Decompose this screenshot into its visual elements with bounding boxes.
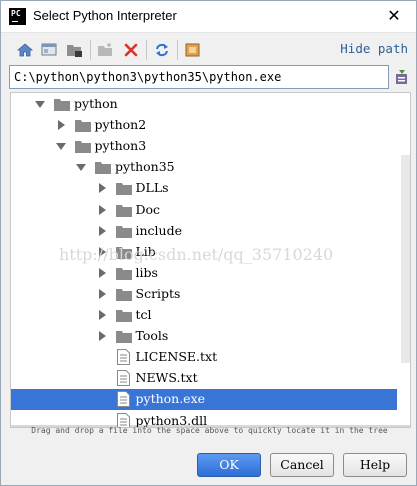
show-hidden-icon[interactable] [184,41,202,59]
cancel-button[interactable]: Cancel [270,453,334,477]
drag-drop-hint: Drag and drop a file into the space abov… [31,426,388,435]
tree-item[interactable]: NEWS.txt [11,368,397,389]
tree-item-label: libs [135,264,158,280]
tree-item[interactable]: python.exe [11,389,397,411]
file-tree[interactable]: python python2 python3 python35 DLLs Doc inclu… [10,92,411,428]
collapse-arrow-icon[interactable] [35,101,45,108]
collapse-arrow-icon[interactable] [76,164,86,172]
tree-item[interactable]: python2 [11,115,397,136]
expand-arrow-icon[interactable] [98,246,106,257]
tree-item[interactable]: Doc [11,200,397,221]
tree-item-label: DLLs [135,180,169,196]
tree-item[interactable]: libs [11,263,397,284]
toolbar-separator [90,40,91,60]
title-bar: PC Select Python Interpreter ✕ [1,1,416,33]
pycharm-icon: PC [9,8,26,25]
toolbar-separator [177,40,178,60]
tree-item[interactable]: LICENSE.txt [11,347,397,368]
expand-arrow-icon[interactable] [98,204,106,215]
home-icon[interactable] [16,41,34,59]
toolbar: Hide path [1,33,416,65]
tree-item-label: LICENSE.txt [135,349,218,365]
tree-item[interactable]: DLLs [11,178,397,199]
expand-arrow-icon[interactable] [98,225,106,236]
file-icon [116,349,130,366]
tree-item-label: Doc [135,201,161,217]
tree-item-label: python [74,96,118,111]
collapse-arrow-icon[interactable] [55,143,66,151]
tree-item-label: python35 [115,159,175,175]
expand-arrow-icon[interactable] [98,267,106,278]
tree-item-label: Tools [135,328,169,344]
folder-icon [115,204,132,217]
tree-item-label: python2 [94,117,147,133]
folder-icon [95,161,111,175]
tree-item-label: python3 [94,138,147,154]
tree-item-label: python.exe [135,391,206,407]
new-folder-icon[interactable] [97,41,115,59]
folder-icon [74,140,91,154]
expand-arrow-icon[interactable] [57,120,65,131]
select-interpreter-dialog: PC Select Python Interpreter ✕ Hide path [0,0,417,486]
dialog-title: Select Python Interpreter [33,8,177,23]
folder-icon [54,98,70,111]
refresh-icon[interactable] [153,41,171,59]
tree-item-label: tcl [135,307,152,322]
file-icon [116,370,130,387]
tree-scrollbar[interactable] [401,155,410,363]
tree-item[interactable]: include [11,221,397,242]
file-icon [116,391,130,408]
project-folder-icon[interactable] [66,41,84,59]
path-row: C:\python\python3\python35\python.exe [9,65,414,91]
path-input[interactable]: C:\python\python3\python35\python.exe [9,65,389,89]
folder-icon [74,119,91,133]
toolbar-separator [146,40,147,60]
help-button[interactable]: Help [343,453,407,477]
expand-arrow-icon[interactable] [98,183,106,194]
path-history-icon[interactable] [394,68,410,86]
app-icon-text: PC [11,9,21,18]
folder-icon [115,330,132,344]
expand-arrow-icon[interactable] [98,310,106,320]
tree-item[interactable]: python3 [11,136,397,157]
expand-arrow-icon[interactable] [98,288,106,299]
tree-item[interactable]: python35 [11,157,397,178]
tree-item[interactable]: Tools [11,326,397,347]
folder-icon [115,309,132,322]
tree-item[interactable]: python [11,94,397,115]
folder-icon [115,267,132,280]
tree-item[interactable]: tcl [11,305,397,326]
tree-item-label: Lib [135,243,156,259]
folder-icon [115,288,132,301]
delete-icon[interactable] [122,41,140,59]
hide-path-link[interactable]: Hide path [340,41,408,56]
tree-item-label: include [135,222,183,238]
folder-icon [115,225,132,238]
tree-item-label: Scripts [135,285,181,301]
desktop-icon[interactable] [40,41,58,59]
ok-button[interactable]: OK [197,453,261,477]
expand-arrow-icon[interactable] [98,331,106,342]
folder-icon [115,246,132,259]
tree-item-label: NEWS.txt [135,370,198,386]
tree-item[interactable]: Scripts [11,284,397,305]
folder-icon [115,182,132,196]
close-button[interactable]: ✕ [383,5,405,27]
tree-item[interactable]: Lib [11,242,397,263]
